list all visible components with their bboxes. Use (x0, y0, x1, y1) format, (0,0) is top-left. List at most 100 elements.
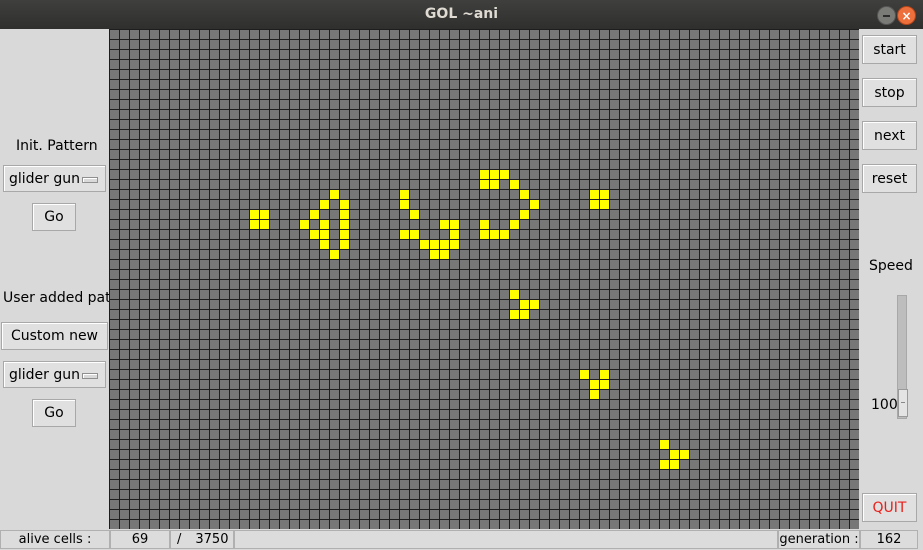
alive-cell[interactable] (399, 199, 409, 209)
start-button[interactable]: start (862, 35, 917, 64)
alive-cell[interactable] (439, 249, 449, 259)
alive-cell[interactable] (249, 219, 259, 229)
alive-cell[interactable] (319, 199, 329, 209)
speed-value: 100 (871, 397, 898, 413)
alive-cell[interactable] (479, 169, 489, 179)
alive-cell[interactable] (659, 459, 669, 469)
reset-button[interactable]: reset (862, 164, 917, 193)
alive-cell[interactable] (599, 379, 609, 389)
alive-cell[interactable] (579, 369, 589, 379)
alive-cell[interactable] (519, 209, 529, 219)
alive-cell[interactable] (529, 199, 539, 209)
alive-cell[interactable] (429, 239, 439, 249)
user-pattern-label: User added patt (3, 290, 117, 306)
separator: / (177, 532, 182, 547)
alive-cell[interactable] (499, 169, 509, 179)
generation-label: generation : (778, 530, 860, 549)
alive-cell[interactable] (329, 249, 339, 259)
alive-cell[interactable] (409, 209, 419, 219)
total-cells-field: / 3750 (170, 530, 234, 549)
speed-slider-handle[interactable] (898, 389, 908, 417)
alive-cell[interactable] (339, 199, 349, 209)
minimize-icon[interactable] (877, 6, 896, 25)
alive-cell[interactable] (249, 209, 259, 219)
alive-cell[interactable] (529, 299, 539, 309)
alive-cell[interactable] (339, 209, 349, 219)
alive-cell[interactable] (479, 219, 489, 229)
alive-cell[interactable] (409, 229, 419, 239)
alive-cell[interactable] (339, 239, 349, 249)
status-bar: alive cells : 69 / 3750 generation : 162 (0, 529, 923, 550)
alive-cell[interactable] (509, 309, 519, 319)
quit-button[interactable]: QUIT (862, 493, 917, 522)
alive-cell[interactable] (509, 179, 519, 189)
dropdown-indicator-icon (82, 373, 98, 379)
alive-cell[interactable] (299, 219, 309, 229)
life-grid-canvas[interactable] (109, 29, 859, 529)
alive-cell[interactable] (669, 449, 679, 459)
stop-button[interactable]: stop (862, 78, 917, 107)
alive-cell[interactable] (589, 199, 599, 209)
total-cells-value: 3750 (195, 532, 229, 547)
init-pattern-select-value: glider gun (9, 170, 81, 187)
alive-cell[interactable] (339, 229, 349, 239)
alive-cell[interactable] (319, 239, 329, 249)
alive-cell[interactable] (449, 219, 459, 229)
alive-cell[interactable] (489, 179, 499, 189)
alive-cell[interactable] (669, 459, 679, 469)
left-panel (0, 29, 109, 529)
status-spacer (234, 530, 778, 549)
alive-cell[interactable] (509, 219, 519, 229)
alive-cell[interactable] (439, 219, 449, 229)
alive-cell[interactable] (259, 209, 269, 219)
alive-cell[interactable] (489, 169, 499, 179)
alive-cell[interactable] (499, 229, 509, 239)
dropdown-indicator-icon (82, 177, 98, 183)
alive-cell[interactable] (589, 379, 599, 389)
title-bar: GOL ~ani × (0, 0, 923, 29)
alive-cell[interactable] (479, 229, 489, 239)
alive-cell[interactable] (519, 189, 529, 199)
alive-cell[interactable] (329, 189, 339, 199)
alive-cell[interactable] (259, 219, 269, 229)
alive-cell[interactable] (599, 369, 609, 379)
alive-cell[interactable] (519, 309, 529, 319)
init-pattern-label: Init. Pattern (16, 138, 98, 154)
alive-cell[interactable] (599, 199, 609, 209)
alive-cell[interactable] (319, 229, 329, 239)
alive-cell[interactable] (419, 239, 429, 249)
alive-cell[interactable] (589, 189, 599, 199)
close-icon[interactable]: × (897, 6, 916, 25)
alive-cell[interactable] (519, 299, 529, 309)
init-pattern-select[interactable]: glider gun (3, 165, 106, 192)
alive-cell[interactable] (479, 179, 489, 189)
alive-cell[interactable] (309, 209, 319, 219)
alive-cell[interactable] (319, 219, 329, 229)
alive-cell[interactable] (679, 449, 689, 459)
alive-cell[interactable] (339, 219, 349, 229)
alive-cells-label: alive cells : (0, 530, 110, 549)
user-pattern-select[interactable]: glider gun (3, 361, 106, 388)
speed-label: Speed (869, 258, 913, 274)
alive-cell[interactable] (439, 239, 449, 249)
life-grid[interactable] (109, 29, 859, 529)
user-go-button[interactable]: Go (32, 399, 76, 427)
alive-cell[interactable] (489, 229, 499, 239)
custom-new-button[interactable]: Custom new (1, 322, 108, 350)
generation-value: 162 (860, 530, 918, 549)
alive-cell[interactable] (399, 189, 409, 199)
init-go-button[interactable]: Go (32, 203, 76, 231)
alive-cells-value: 69 (110, 530, 170, 549)
alive-cell[interactable] (449, 239, 459, 249)
alive-cell[interactable] (429, 249, 439, 259)
alive-cell[interactable] (399, 229, 409, 239)
alive-cell[interactable] (589, 389, 599, 399)
alive-cell[interactable] (309, 229, 319, 239)
window-title: GOL ~ani (424, 6, 499, 22)
alive-cell[interactable] (449, 229, 459, 239)
next-button[interactable]: next (862, 121, 917, 150)
alive-cell[interactable] (599, 189, 609, 199)
alive-cell[interactable] (509, 289, 519, 299)
alive-cell[interactable] (659, 439, 669, 449)
user-pattern-select-value: glider gun (9, 366, 81, 383)
